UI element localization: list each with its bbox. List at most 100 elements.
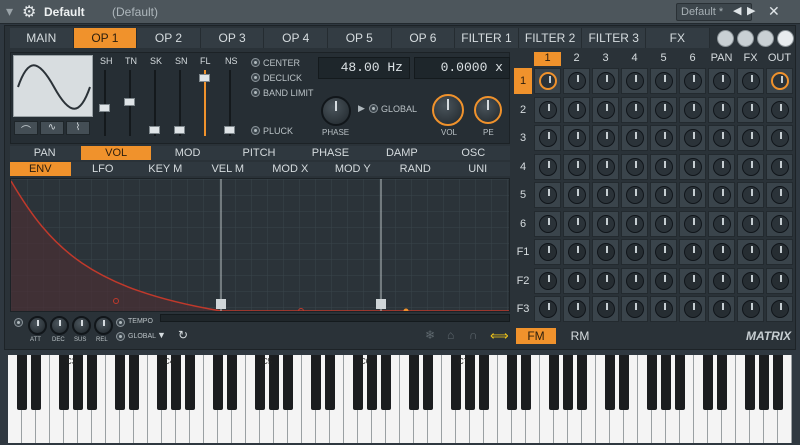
black-key[interactable] xyxy=(507,355,517,410)
knob-sus[interactable] xyxy=(72,316,91,335)
matrix-knob[interactable] xyxy=(655,100,673,119)
matrix-cell[interactable] xyxy=(534,267,561,294)
matrix-cell[interactable] xyxy=(592,239,619,265)
black-key[interactable] xyxy=(409,355,419,410)
matrix-knob[interactable] xyxy=(684,214,702,233)
matrix-knob[interactable] xyxy=(771,271,789,290)
matrix-cell[interactable] xyxy=(650,267,677,294)
pluck-radio[interactable] xyxy=(251,126,260,135)
matrix-row-f2[interactable]: F2 xyxy=(514,268,532,294)
matrix-cell[interactable] xyxy=(621,296,648,322)
matrix-cell[interactable] xyxy=(737,267,764,294)
matrix-knob[interactable] xyxy=(539,271,557,290)
matrix-cell[interactable] xyxy=(679,296,706,322)
matrix-knob[interactable] xyxy=(713,271,731,290)
matrix-cell[interactable] xyxy=(708,182,735,208)
matrix-cell[interactable] xyxy=(563,239,590,265)
black-key[interactable] xyxy=(17,355,27,410)
matrix-knob[interactable] xyxy=(597,214,615,233)
matrix-cell[interactable] xyxy=(621,239,648,265)
matrix-knob[interactable] xyxy=(713,243,731,261)
matrix-knob[interactable] xyxy=(771,100,789,119)
black-key[interactable] xyxy=(325,355,335,410)
matrix-cell[interactable] xyxy=(563,210,590,237)
matrix-knob[interactable] xyxy=(713,129,731,147)
matrix-cell[interactable] xyxy=(679,182,706,208)
matrix-cell[interactable] xyxy=(708,68,735,94)
shape-button-1[interactable]: ⌒ xyxy=(14,121,38,137)
matrix-knob[interactable] xyxy=(771,157,789,176)
matrix-cell[interactable] xyxy=(766,296,793,322)
matrix-cell[interactable] xyxy=(592,296,619,322)
slider-thumb-fl[interactable] xyxy=(199,74,210,82)
matrix-knob[interactable] xyxy=(742,72,760,90)
matrix-col-4[interactable]: 4 xyxy=(621,52,648,66)
matrix-cell[interactable] xyxy=(766,239,793,265)
env-tab-rand[interactable]: RAND xyxy=(385,162,446,176)
matrix-knob[interactable] xyxy=(713,186,731,204)
tab-filter-1[interactable]: FILTER 1 xyxy=(455,28,519,48)
mod-tab-vol[interactable]: VOL xyxy=(81,146,151,160)
black-key[interactable] xyxy=(619,355,629,410)
knob-att[interactable] xyxy=(28,316,47,335)
dropdown-arrow-icon[interactable]: ▼ xyxy=(157,330,166,340)
black-key[interactable] xyxy=(549,355,559,410)
black-key[interactable] xyxy=(213,355,223,410)
mod-tab-mod[interactable]: MOD xyxy=(153,146,222,160)
matrix-cell[interactable] xyxy=(766,96,793,123)
matrix-cell[interactable] xyxy=(650,210,677,237)
matrix-knob[interactable] xyxy=(597,157,615,176)
prev-preset-icon[interactable]: ◀ xyxy=(733,4,741,17)
matrix-knob[interactable] xyxy=(539,300,557,318)
matrix-cell[interactable] xyxy=(708,239,735,265)
logo-icon[interactable] xyxy=(777,30,794,47)
matrix-cell[interactable] xyxy=(650,239,677,265)
matrix-cell[interactable] xyxy=(563,296,590,322)
matrix-knob[interactable] xyxy=(597,243,615,261)
matrix-knob[interactable] xyxy=(742,300,760,318)
matrix-knob[interactable] xyxy=(568,271,586,290)
matrix-cell[interactable] xyxy=(534,125,561,151)
slider-thumb-sk[interactable] xyxy=(149,126,160,134)
matrix-knob[interactable] xyxy=(655,186,673,204)
matrix-knob[interactable] xyxy=(539,186,557,204)
matrix-cell[interactable] xyxy=(563,182,590,208)
tab-op-4[interactable]: OP 4 xyxy=(264,28,328,48)
matrix-knob[interactable] xyxy=(568,72,586,90)
black-key[interactable] xyxy=(675,355,685,410)
knob-rel[interactable] xyxy=(94,316,113,335)
knob-dec[interactable] xyxy=(50,316,69,335)
matrix-col-6[interactable]: 6 xyxy=(679,52,706,66)
black-key[interactable] xyxy=(227,355,237,410)
close-icon[interactable]: ✕ xyxy=(768,3,780,20)
matrix-knob[interactable] xyxy=(771,300,789,318)
matrix-cell[interactable] xyxy=(534,153,561,180)
slider-track-sk[interactable] xyxy=(149,70,160,136)
envelope-graph[interactable] xyxy=(10,178,510,312)
matrix-knob[interactable] xyxy=(597,129,615,147)
tab-op-5[interactable]: OP 5 xyxy=(328,28,392,48)
center-radio[interactable] xyxy=(251,58,260,67)
global-radio[interactable] xyxy=(369,104,378,113)
tab-fx[interactable]: FX xyxy=(646,28,710,48)
rm-button[interactable]: RM xyxy=(560,328,600,344)
matrix-col-fx[interactable]: FX xyxy=(737,52,764,66)
black-key[interactable] xyxy=(563,355,573,410)
matrix-knob[interactable] xyxy=(684,157,702,176)
matrix-knob[interactable] xyxy=(597,271,615,290)
matrix-cell[interactable] xyxy=(679,210,706,237)
reset-icon[interactable]: ↻ xyxy=(178,328,188,342)
matrix-cell[interactable] xyxy=(650,68,677,94)
env-tab-vel-m[interactable]: VEL M xyxy=(198,162,259,176)
matrix-cell[interactable] xyxy=(679,239,706,265)
matrix-knob[interactable] xyxy=(742,157,760,176)
black-key[interactable] xyxy=(703,355,713,410)
matrix-cell[interactable] xyxy=(621,96,648,123)
matrix-cell[interactable] xyxy=(737,210,764,237)
matrix-knob[interactable] xyxy=(539,129,557,147)
tab-op-1[interactable]: OP 1 xyxy=(73,28,138,48)
matrix-row-f1[interactable]: F1 xyxy=(514,239,532,265)
env-global-radio[interactable] xyxy=(116,332,125,341)
matrix-row-4[interactable]: 4 xyxy=(514,154,532,180)
stretch-icon[interactable]: ⟺ xyxy=(490,328,509,344)
